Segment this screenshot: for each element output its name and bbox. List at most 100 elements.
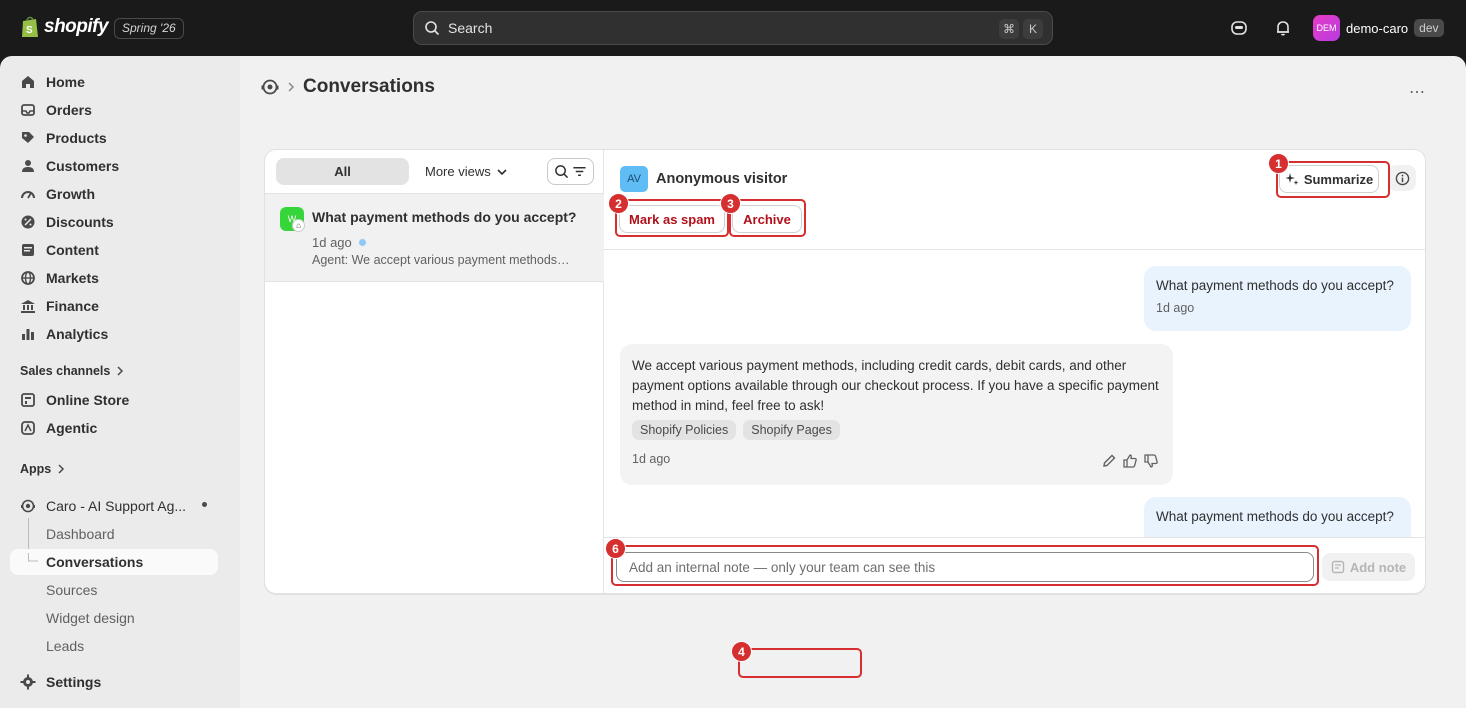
sidebar-item-label: Home [46,74,85,90]
user-message: What payment methods do you accept? [1144,497,1411,537]
info-icon [1395,171,1409,185]
search-filter-button[interactable] [547,158,594,185]
internal-note-input[interactable] [616,552,1314,582]
conversation-title: What payment methods do you accept? [312,209,577,225]
search-icon [425,21,440,36]
sidebar-item-products[interactable]: Products [10,125,218,151]
note-composer: Add note [604,537,1425,593]
page-title: Conversations [303,76,435,97]
sidebar-sub-widget-design[interactable]: Widget design [10,605,218,631]
bell-icon[interactable] [1273,18,1293,38]
sales-channels-label: Sales channels [20,364,111,378]
sidebar-sub-leads[interactable]: Leads [10,633,218,651]
brand-name: shopify [44,16,109,37]
pencil-icon[interactable] [1101,453,1117,469]
sidebar-item-label: Settings [46,674,102,690]
sidebar-item-agentic[interactable]: Agentic [10,415,218,441]
search-icon [554,165,568,179]
message-time: 1d ago [632,452,671,466]
sidebar-item-markets[interactable]: Markets [10,265,218,291]
sidebar-item-finance[interactable]: Finance [10,293,218,319]
summarize-label: Summarize [1303,171,1374,187]
message-actions [1096,453,1159,469]
shopify-bag-icon: S [22,16,38,37]
sidebar: Home Orders Products Customers Growth Di… [0,56,240,708]
sidebar-item-label: Markets [46,270,99,286]
sidebar-item-content[interactable]: Content [10,237,218,263]
tag-icon [22,132,34,143]
caro-app-icon [21,499,35,513]
unread-dot-icon [358,239,366,246]
bank-icon [21,300,35,313]
message-text: We accept various payment methods, inclu… [632,358,1159,413]
sidebar-sub-dashboard[interactable]: Dashboard [10,521,218,547]
conversation-time-label: 1d ago [312,235,352,250]
annotation-number: 6 [605,538,626,559]
sidebar-item-online-store[interactable]: Online Store [10,387,218,413]
sidekick-icon[interactable] [1229,18,1249,38]
sidebar-item-label: Growth [46,186,95,202]
info-button[interactable] [1388,165,1416,191]
sidebar-sub-conversations[interactable]: Conversations [10,549,218,575]
sidebar-item-label: Content [46,242,99,258]
sidebar-item-label: Customers [46,158,120,174]
person-icon [22,160,34,172]
sales-channels-header[interactable]: Sales channels [20,364,126,378]
conversation-list-item[interactable]: W ⌂ What payment methods do you accept? … [265,194,604,282]
chevron-down-icon [497,168,507,175]
sidebar-item-discounts[interactable]: Discounts [10,209,218,235]
home-icon [22,76,34,88]
shortcut-k-key: K [1023,19,1043,39]
user-menu[interactable]: DEM demo-caro dev [1313,15,1444,41]
content-icon [22,244,34,256]
conversation-list-pane: All More views W ⌂ What payment methods … [265,150,604,593]
archive-button[interactable]: Archive [732,205,802,233]
annotation-number: 3 [720,193,741,214]
source-tag: Shopify Policies [632,420,737,440]
note-icon [1331,560,1345,574]
sidebar-item-label: Finance [46,298,99,314]
message-text: What payment methods do you accept? [1156,278,1394,293]
user-message: What payment methods do you accept? 1d a… [1144,266,1411,331]
apps-header[interactable]: Apps [20,462,67,476]
tab-more-views-label: More views [425,164,491,179]
annotation-number: 4 [731,641,752,662]
caro-app-icon[interactable] [260,77,280,97]
more-actions-icon[interactable]: ⋯ [1409,82,1426,102]
gear-icon [20,674,36,690]
visitor-avatar: AV [620,166,648,192]
thumbs-down-icon[interactable] [1143,453,1159,469]
sidebar-item-customers[interactable]: Customers [10,153,218,179]
message-text: What payment methods do you accept? [1156,509,1394,524]
summarize-button[interactable]: Summarize [1279,165,1379,193]
add-note-button[interactable]: Add note [1322,553,1415,581]
sidebar-item-caro-app[interactable]: Caro - AI Support Ag... [10,493,218,519]
channel-badge-icon: ⌂ [292,219,305,232]
thumbs-up-icon[interactable] [1122,453,1138,469]
conversation-preview: Agent: We accept various payment methods… [312,253,572,267]
user-avatar: DEM [1313,15,1340,41]
annotation-number: 2 [608,193,629,214]
sidebar-item-settings[interactable]: Settings [10,669,218,695]
bar-chart-icon [22,329,34,340]
search-placeholder: Search [448,20,493,36]
dev-badge: dev [1414,19,1444,37]
sidebar-item-label: Analytics [46,326,109,342]
tab-more-views[interactable]: More views [425,158,508,185]
mark-as-spam-button[interactable]: Mark as spam [619,205,725,233]
globe-icon [21,271,35,285]
sidebar-item-orders[interactable]: Orders [10,97,218,123]
views-bar: All More views [265,150,603,194]
sidebar-item-label: Online Store [46,392,130,408]
sidebar-item-analytics[interactable]: Analytics [10,321,218,347]
sidebar-item-label: Agentic [46,420,98,436]
shopify-logo[interactable]: S shopify [20,15,109,39]
tab-all[interactable]: All [276,158,409,185]
sidebar-sub-sources[interactable]: Sources [10,577,218,603]
sidebar-item-growth[interactable]: Growth [10,181,218,207]
search-bar[interactable]: Search ⌘ K [413,11,1053,45]
visitor-name: Anonymous visitor [656,171,788,187]
sidebar-item-home[interactable]: Home [10,69,218,95]
message-thread[interactable]: What payment methods do you accept? 1d a… [604,250,1425,537]
apps-label: Apps [20,462,52,476]
